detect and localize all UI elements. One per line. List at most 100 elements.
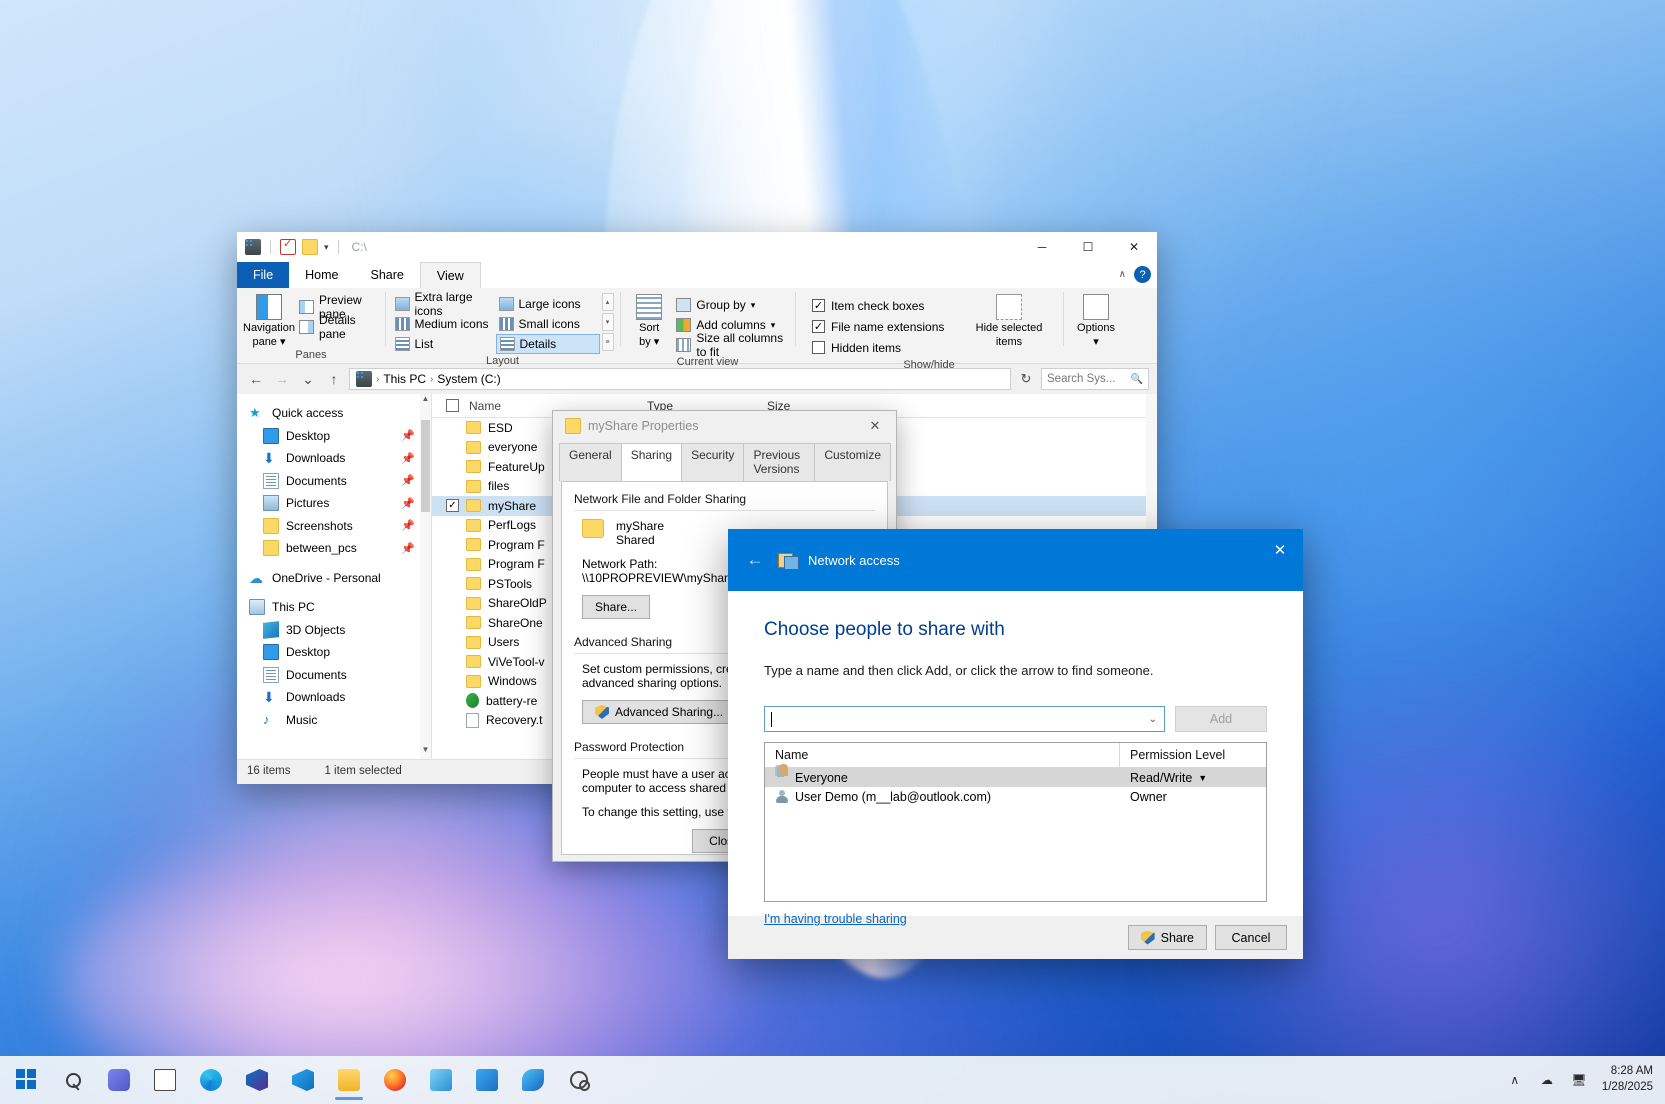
close-button[interactable]: ✕ [1265, 537, 1295, 563]
pin-icon[interactable]: 📌 [401, 497, 415, 510]
tab-home[interactable]: Home [289, 262, 354, 288]
scroll-up-button[interactable]: ▴ [602, 293, 614, 311]
new-folder-icon[interactable] [302, 239, 318, 255]
search-input[interactable]: Search Sys... 🔍 [1041, 368, 1149, 390]
permission-level-cell[interactable]: Owner [1120, 790, 1266, 804]
navigation-pane[interactable]: ▲ ▼ ★Quick accessDesktop📌⬇Downloads📌Docu… [237, 394, 432, 759]
tab-share[interactable]: Share [355, 262, 420, 288]
teams-button[interactable] [98, 1058, 140, 1102]
hide-selected-items-button[interactable]: Hide selected items [972, 291, 1046, 348]
search-button[interactable] [52, 1058, 94, 1102]
ribbon-tabs[interactable]: File Home Share View ∧ ? [237, 262, 1157, 288]
ribbon[interactable]: Navigation pane ▾ Preview pane Details p… [237, 288, 1157, 364]
edge-button[interactable] [190, 1058, 232, 1102]
explorer-title-bar[interactable]: ▾ C:\ ─ ☐ ✕ [237, 232, 1157, 262]
tab-general[interactable]: General [559, 443, 622, 481]
breadcrumb-item-system-c[interactable]: System (C:) [437, 372, 500, 386]
view-details[interactable]: Details [496, 334, 600, 354]
scrollbar-thumb[interactable] [421, 420, 430, 512]
ribbon-tab-controls[interactable]: ∧ ? [1119, 266, 1151, 283]
row-checkbox[interactable]: ✓ [446, 499, 459, 512]
pin-icon[interactable]: 📌 [401, 429, 415, 442]
file-name-extensions-toggle[interactable]: ✓ File name extensions [812, 316, 972, 337]
pin-icon[interactable]: 📌 [401, 519, 415, 532]
sidebar-item-downloads[interactable]: ⬇Downloads [237, 686, 431, 709]
taskbar-items[interactable] [0, 1058, 600, 1102]
share-button[interactable]: Share [1128, 925, 1207, 950]
close-button[interactable]: ✕ [1111, 232, 1157, 262]
sidebar-item-onedrive-personal[interactable]: ☁OneDrive - Personal [237, 567, 431, 590]
start-button[interactable] [6, 1058, 48, 1102]
file-explorer-button[interactable] [328, 1058, 370, 1102]
advanced-sharing-button[interactable]: Advanced Sharing... [582, 700, 736, 724]
pin-icon[interactable]: 📌 [401, 452, 415, 465]
add-button[interactable]: Add [1175, 706, 1267, 732]
size-all-columns-button[interactable]: Size all columns to fit [672, 335, 789, 355]
refresh-button[interactable]: ↻ [1015, 368, 1037, 390]
chevron-down-icon[interactable]: ▼ [1198, 773, 1207, 783]
help-button[interactable]: ? [1134, 266, 1151, 283]
details-pane-button[interactable]: Details pane [295, 317, 379, 337]
sort-by-button[interactable]: Sort by ▾ [626, 291, 672, 348]
sidebar-item-pictures[interactable]: Pictures📌 [237, 492, 431, 515]
tab-file[interactable]: File [237, 262, 289, 288]
this-pc-icon[interactable] [245, 239, 261, 255]
network-access-title-bar[interactable]: ← Network access ✕ [728, 529, 1303, 591]
sidebar-item-between-pcs[interactable]: between_pcs📌 [237, 537, 431, 560]
task-view-button[interactable] [144, 1058, 186, 1102]
close-button[interactable]: ✕ [860, 413, 890, 439]
navigation-pane-button[interactable]: Navigation pane ▾ [243, 291, 295, 348]
maximize-button[interactable]: ☐ [1065, 232, 1111, 262]
sidebar-item-quick-access[interactable]: ★Quick access [237, 402, 431, 425]
chevron-up-icon[interactable]: ∧ [1119, 269, 1126, 280]
network-access-dialog[interactable]: ← Network access ✕ Choose people to shar… [728, 529, 1303, 959]
permission-name-cell[interactable]: User Demo (m__lab@outlook.com) [765, 790, 1120, 804]
sidebar-item-documents[interactable]: Documents📌 [237, 470, 431, 493]
item-check-boxes-toggle[interactable]: ✓ Item check boxes [812, 295, 972, 316]
settings-button[interactable] [558, 1058, 600, 1102]
up-button[interactable]: ↑ [323, 368, 345, 390]
properties-title-bar[interactable]: myShare Properties ✕ [553, 411, 896, 441]
quick-access-toolbar[interactable]: ▾ C:\ [245, 239, 367, 255]
navigation-pane-scrollbar[interactable]: ▲ ▼ [420, 394, 431, 759]
clock[interactable]: 8:28 AM 1/28/2025 [1602, 1064, 1653, 1095]
taskbar[interactable]: ∧ ☁ 🖥 8:28 AM 1/28/2025 [0, 1056, 1665, 1104]
scroll-down-arrow[interactable]: ▼ [420, 745, 431, 759]
back-button[interactable]: ← [742, 547, 768, 573]
scroll-down-button[interactable]: ▾ [602, 313, 614, 331]
sidebar-item-documents[interactable]: Documents [237, 664, 431, 687]
chevron-down-icon[interactable]: ⌄ [1149, 714, 1157, 725]
visual-studio-button[interactable] [236, 1058, 278, 1102]
trouble-sharing-link[interactable]: I'm having trouble sharing [764, 912, 907, 926]
cancel-button[interactable]: Cancel [1215, 925, 1287, 950]
network-icon[interactable]: 🖥 [1570, 1071, 1588, 1089]
permission-level-cell[interactable]: Read/Write▼ [1120, 771, 1266, 785]
add-person-row[interactable]: ⌄ Add [764, 706, 1267, 732]
properties-icon[interactable] [280, 239, 296, 255]
view-small-icons[interactable]: Small icons [496, 314, 600, 334]
pin-icon[interactable]: 📌 [401, 542, 415, 555]
store-button[interactable] [466, 1058, 508, 1102]
sidebar-item-screenshots[interactable]: Screenshots📌 [237, 515, 431, 538]
view-large-icons[interactable]: Large icons [496, 294, 600, 314]
view-list[interactable]: List [392, 334, 496, 354]
show-hidden-icons-button[interactable]: ∧ [1506, 1071, 1524, 1089]
system-tray[interactable]: ∧ ☁ 🖥 8:28 AM 1/28/2025 [1506, 1064, 1665, 1095]
breadcrumb-item-this-pc[interactable]: This PC [383, 372, 426, 386]
cloud-icon[interactable]: ☁ [1538, 1071, 1556, 1089]
chevron-down-icon[interactable]: ▾ [324, 242, 329, 253]
checkbox-icon[interactable]: ✓ [812, 299, 825, 312]
back-button[interactable]: ← [245, 368, 267, 390]
view-extra-large-icons[interactable]: Extra large icons [392, 294, 496, 314]
misc-app-button[interactable] [512, 1058, 554, 1102]
share-button[interactable]: Share... [582, 595, 650, 619]
pin-icon[interactable]: 📌 [401, 474, 415, 487]
tab-security[interactable]: Security [681, 443, 744, 481]
checkbox-icon[interactable] [812, 341, 825, 354]
table-row[interactable]: User Demo (m__lab@outlook.com)Owner [765, 787, 1266, 806]
sidebar-item-music[interactable]: ♪Music [237, 709, 431, 732]
tab-view[interactable]: View [420, 262, 481, 288]
forward-button[interactable]: → [271, 368, 293, 390]
search-icon[interactable]: 🔍 [1131, 374, 1143, 385]
hidden-items-toggle[interactable]: Hidden items [812, 337, 972, 358]
